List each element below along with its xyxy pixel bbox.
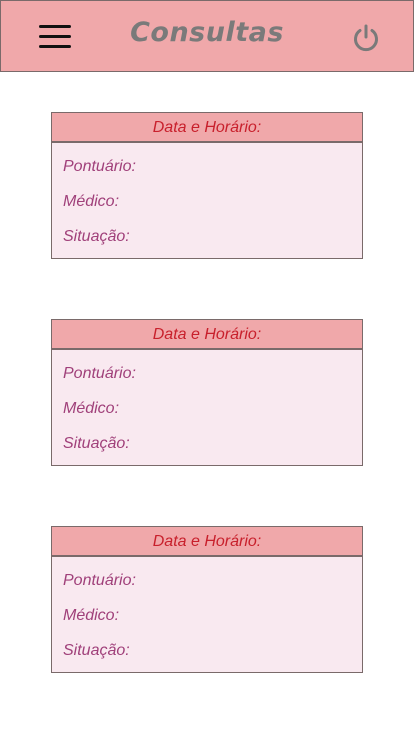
field-pontuario: Pontuário: <box>63 572 136 589</box>
appointment-card[interactable]: Data e Horário: Pontuário: Médico: Situa… <box>51 526 363 673</box>
power-icon[interactable] <box>351 23 381 53</box>
app-header: Consultas <box>0 0 414 72</box>
card-heading: Data e Horário: <box>52 527 362 557</box>
field-situacao: Situação: <box>63 435 130 452</box>
field-medico: Médico: <box>63 607 120 624</box>
field-medico: Médico: <box>63 193 120 210</box>
field-situacao: Situação: <box>63 228 130 245</box>
field-pontuario: Pontuário: <box>63 158 136 175</box>
appointment-card[interactable]: Data e Horário: Pontuário: Médico: Situa… <box>51 319 363 466</box>
card-heading: Data e Horário: <box>52 320 362 350</box>
appointment-card[interactable]: Data e Horário: Pontuário: Médico: Situa… <box>51 112 363 259</box>
card-heading: Data e Horário: <box>52 113 362 143</box>
field-pontuario: Pontuário: <box>63 365 136 382</box>
field-medico: Médico: <box>63 400 120 417</box>
field-situacao: Situação: <box>63 642 130 659</box>
